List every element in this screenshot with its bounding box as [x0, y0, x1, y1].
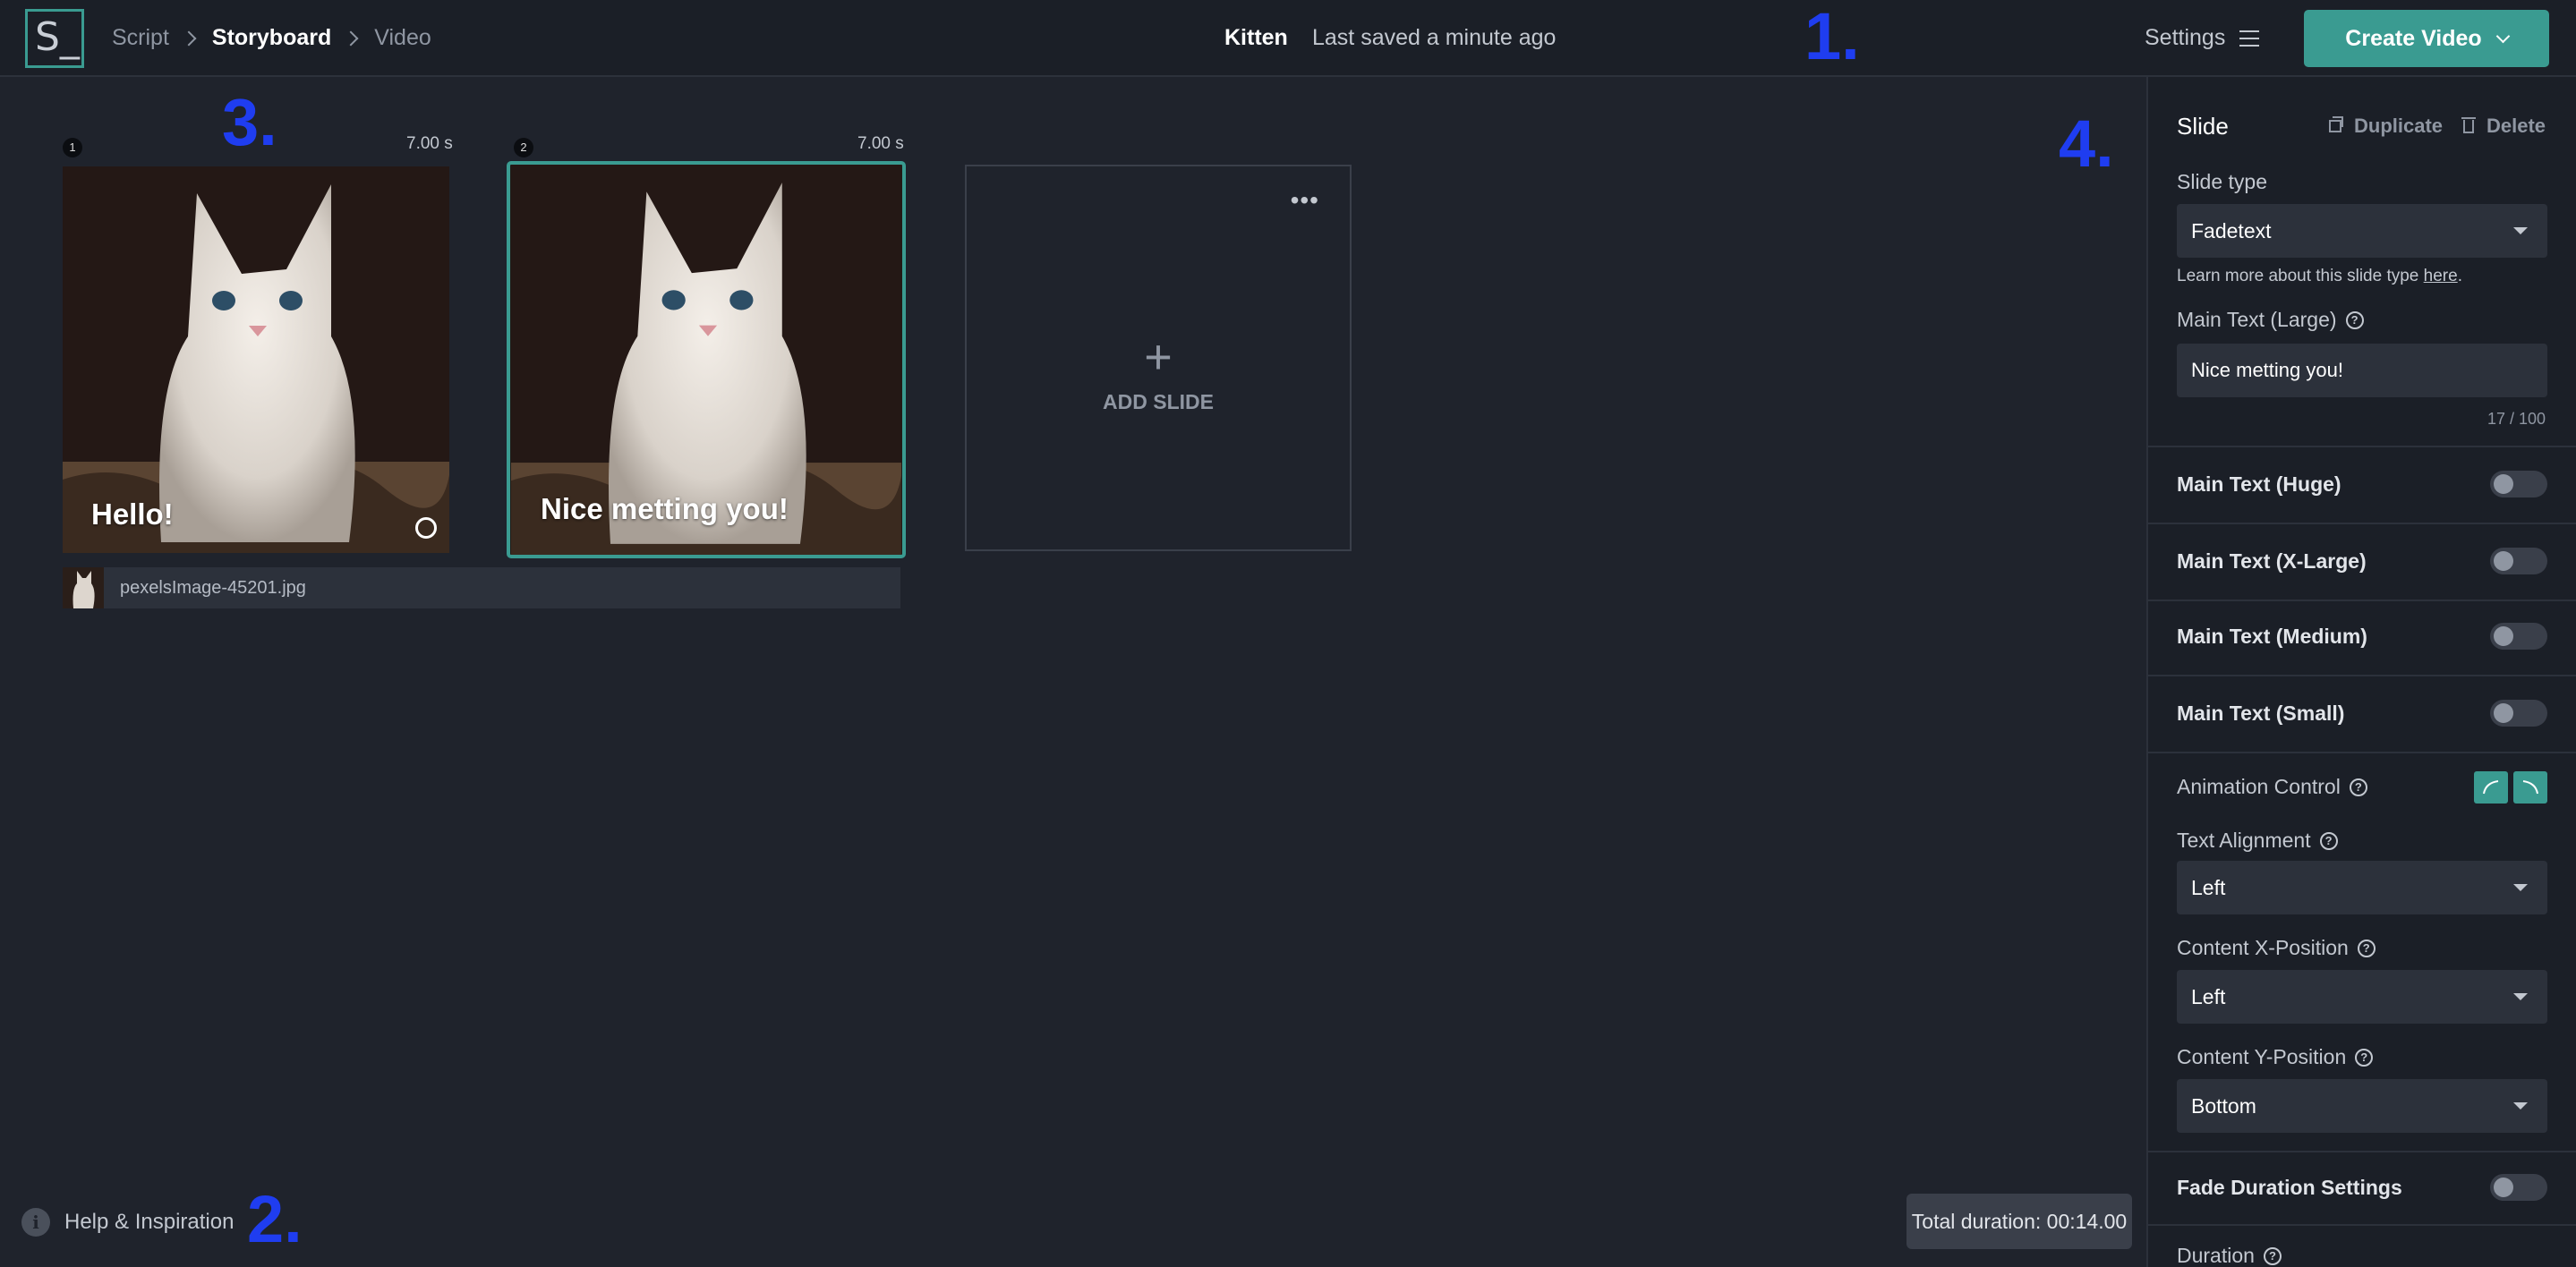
- slide-type-select[interactable]: Fadetext: [2177, 204, 2547, 258]
- main-text-xlarge-toggle[interactable]: [2490, 548, 2547, 574]
- slide-text: Nice metting you!: [541, 492, 789, 525]
- file-name: pexelsImage-45201.jpg: [120, 578, 306, 598]
- annotation-2: 2.: [247, 1182, 303, 1256]
- content-x-select[interactable]: Left: [2177, 970, 2547, 1024]
- create-video-button[interactable]: Create Video: [2304, 10, 2549, 67]
- divider: [2148, 752, 2576, 753]
- content-y-value: Bottom: [2191, 1094, 2256, 1118]
- info-icon: i: [21, 1208, 50, 1237]
- help-icon[interactable]: ?: [2349, 778, 2367, 796]
- kitten-image: [63, 166, 449, 553]
- divider: [2148, 523, 2576, 524]
- annotation-1: 1.: [1804, 0, 1860, 73]
- duration-label: Duration?: [2177, 1244, 2282, 1267]
- chevron-down-icon: [2495, 29, 2510, 43]
- save-status: Last saved a minute ago: [1312, 25, 1557, 50]
- divider: [2148, 599, 2576, 601]
- breadcrumb-script[interactable]: Script: [112, 25, 169, 51]
- slide-number: 1: [63, 138, 82, 157]
- text-alignment-value: Left: [2191, 876, 2226, 899]
- chevron-right-icon: [343, 30, 359, 46]
- ease-out-icon: [2522, 780, 2538, 795]
- char-counter: 17 / 100: [2486, 410, 2546, 428]
- learn-more-link[interactable]: here: [2424, 267, 2458, 285]
- text-alignment-label: Text Alignment?: [2177, 829, 2338, 853]
- add-slide-label: ADD SLIDE: [1103, 390, 1214, 413]
- top-bar: S_ Script Storyboard Video Kitten Last s…: [0, 0, 2576, 77]
- help-label: Help & Inspiration: [64, 1210, 235, 1234]
- divider: [2148, 1224, 2576, 1226]
- breadcrumb-video[interactable]: Video: [374, 25, 431, 51]
- delete-label: Delete: [2486, 115, 2546, 137]
- slide-settings-panel: Slide Duplicate Delete Slide type Fadete…: [2146, 77, 2576, 1267]
- help-icon[interactable]: ?: [2319, 831, 2338, 850]
- ease-in-icon: [2483, 780, 2499, 795]
- caret-down-icon: [2513, 1102, 2528, 1110]
- menu-icon: [2239, 30, 2260, 47]
- plus-icon: +: [1144, 330, 1173, 384]
- project-title[interactable]: Kitten: [1224, 25, 1288, 51]
- text-alignment-select[interactable]: Left: [2177, 861, 2547, 914]
- chevron-right-icon: [181, 30, 197, 46]
- breadcrumb: Script Storyboard Video: [112, 25, 431, 51]
- slide-thumbnail-1[interactable]: Hello!: [63, 166, 449, 553]
- content-y-select[interactable]: Bottom: [2177, 1079, 2547, 1133]
- panel-title: Slide: [2177, 113, 2229, 140]
- help-icon[interactable]: ?: [2263, 1246, 2282, 1265]
- divider: [2148, 675, 2576, 676]
- duplicate-label: Duplicate: [2354, 115, 2444, 137]
- create-video-label: Create Video: [2345, 25, 2482, 51]
- help-link[interactable]: i Help & Inspiration: [21, 1208, 234, 1237]
- main-text-huge-label: Main Text (Huge): [2177, 472, 2341, 496]
- help-icon[interactable]: ?: [2357, 939, 2376, 957]
- loading-icon: [415, 517, 437, 539]
- duplicate-button[interactable]: Duplicate: [2329, 115, 2443, 138]
- content-x-value: Left: [2191, 985, 2226, 1008]
- main-text-large-input[interactable]: [2177, 344, 2547, 397]
- delete-button[interactable]: Delete: [2461, 115, 2546, 138]
- main-text-small-toggle[interactable]: [2490, 700, 2547, 727]
- content-y-label: Content Y-Position?: [2177, 1045, 2374, 1069]
- divider: [2148, 1151, 2576, 1152]
- slide-number: 2: [514, 138, 533, 157]
- help-icon[interactable]: ?: [2345, 310, 2364, 329]
- main-text-small-label: Main Text (Small): [2177, 702, 2345, 725]
- settings-label: Settings: [2145, 25, 2226, 50]
- file-thumbnail: [63, 567, 104, 608]
- more-options-icon[interactable]: •••: [1291, 186, 1319, 215]
- fade-duration-toggle[interactable]: [2490, 1174, 2547, 1201]
- main-text-medium-label: Main Text (Medium): [2177, 625, 2367, 648]
- ease-out-button[interactable]: [2513, 771, 2547, 804]
- slide-type-label: Slide type: [2177, 170, 2268, 193]
- learn-more-text: Learn more about this slide type here.: [2177, 267, 2462, 285]
- slide-duration: 7.00 s: [857, 134, 904, 153]
- slide-thumbnail-2[interactable]: Nice metting you!: [507, 161, 906, 558]
- add-slide-card[interactable]: ••• + ADD SLIDE: [965, 165, 1352, 551]
- trash-icon: [2461, 116, 2476, 133]
- copy-icon: [2329, 116, 2343, 132]
- main-text-large-label: Main Text (Large)?: [2177, 308, 2364, 332]
- annotation-3: 3.: [222, 85, 277, 159]
- breadcrumb-storyboard[interactable]: Storyboard: [212, 25, 331, 51]
- divider: [2148, 446, 2576, 447]
- media-file-bar[interactable]: pexelsImage-45201.jpg: [63, 567, 900, 608]
- slide-type-value: Fadetext: [2191, 219, 2272, 242]
- caret-down-icon: [2513, 884, 2528, 891]
- total-duration: Total duration: 00:14.00: [1906, 1194, 2132, 1249]
- slide-duration: 7.00 s: [406, 134, 453, 153]
- annotation-4: 4.: [2059, 106, 2114, 181]
- settings-button[interactable]: Settings: [2145, 25, 2260, 51]
- ease-in-button[interactable]: [2474, 771, 2508, 804]
- main-text-xlarge-label: Main Text (X-Large): [2177, 549, 2367, 573]
- caret-down-icon: [2513, 227, 2528, 234]
- main-text-medium-toggle[interactable]: [2490, 623, 2547, 650]
- main-text-huge-toggle[interactable]: [2490, 471, 2547, 497]
- app-logo[interactable]: S_: [25, 9, 84, 68]
- fade-duration-label: Fade Duration Settings: [2177, 1176, 2402, 1199]
- help-icon[interactable]: ?: [2355, 1048, 2374, 1067]
- content-x-label: Content X-Position?: [2177, 936, 2376, 960]
- caret-down-icon: [2513, 993, 2528, 1000]
- animation-control-label: Animation Control?: [2177, 775, 2367, 799]
- slide-text: Hello!: [91, 497, 174, 531]
